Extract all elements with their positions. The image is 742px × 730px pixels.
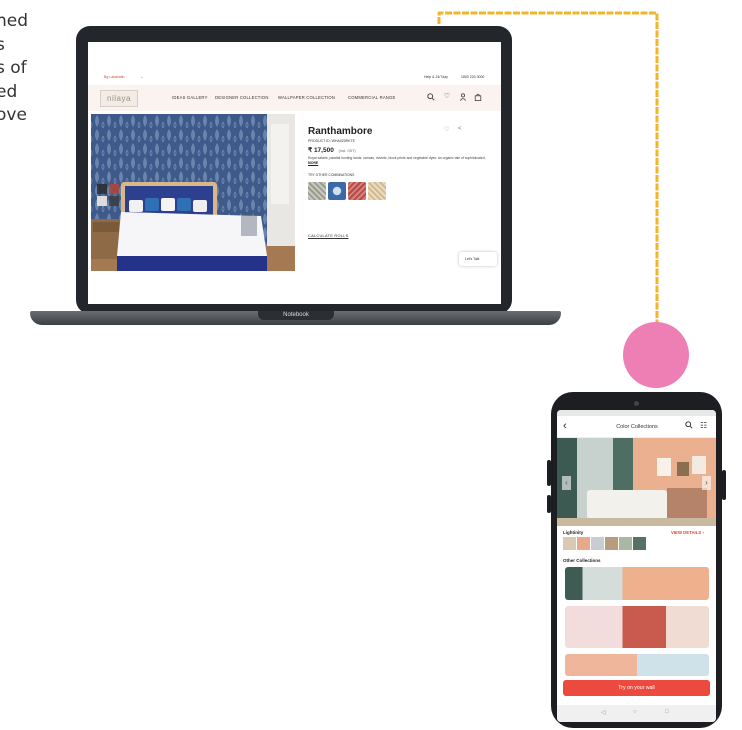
price-value: ₹ 17,500 [308,147,334,154]
product-price: ₹ 17,500 (Incl. GST) [308,146,356,154]
share-icon[interactable]: < [458,126,462,132]
site-topbar: Bg Lanavatin ⌄ Help & 24/7day 1800 203 3… [88,70,501,84]
collection-thumb[interactable] [633,537,646,550]
help-link[interactable]: Help & 24/7day [424,75,448,79]
section-other-collections: Other Collections [563,558,601,563]
view-details-link[interactable]: VIEW DETAILS › [671,530,704,535]
phone-side-button [547,495,551,513]
carousel-prev-icon[interactable]: ‹ [562,476,571,490]
bag-icon[interactable] [474,93,482,101]
swatch-grey[interactable] [308,182,326,200]
side-line: s [0,34,5,55]
swatch-beige[interactable] [368,182,386,200]
nav-back-icon[interactable]: ◁ [601,709,606,716]
section-lightness: Lightinity [563,530,584,535]
swatch-red[interactable] [348,182,366,200]
search-icon[interactable] [685,421,693,431]
swatch-blue[interactable] [328,182,346,200]
collection-thumb[interactable] [619,537,632,550]
laptop-label: Notebook [258,311,334,320]
read-more-link[interactable]: MORE [308,161,318,165]
screen-title: Color Collections [616,424,658,430]
nav-home-icon[interactable]: ○ [633,709,637,715]
product-title: Ranthambore [308,126,373,137]
calculate-rolls-link[interactable]: CALCULATE ROLLS [308,233,349,238]
back-arrow-icon[interactable]: ‹ [563,420,567,432]
product-code: PRODUCT ID: WHA020RKTE [308,139,355,143]
search-icon[interactable] [427,93,435,101]
side-line: hed [0,11,29,31]
collection-thumb[interactable] [605,537,618,550]
collection-hero-image [557,438,716,526]
chat-widget[interactable]: Let's Talk [459,252,497,266]
site-navbar: nilaya IDEAS GALLERY DESIGNER COLLECTION… [88,85,501,111]
pink-connector-dot [623,322,689,388]
try-combinations-label: TRY OTHER COMBINATIONS [308,173,355,177]
nav-wallpaper-collection[interactable]: WALLPAPER COLLECTION [278,95,335,100]
side-paragraph: hed s s of ed ove . [0,10,56,151]
app-header: ‹ Color Collections ☷ [557,416,716,438]
try-on-wall-button[interactable]: Try on your wall [563,680,710,696]
location-selector[interactable]: Bg Lanavatin [104,75,124,79]
phone-number[interactable]: 1800 203 3000 [461,75,484,79]
description-text: Royal safaris, palatial hunting lands, c… [308,156,486,160]
user-icon[interactable] [459,93,467,101]
android-nav-bar: ◁ ○ □ [557,705,716,722]
wishlist-heart-icon[interactable]: ♡ [444,126,449,133]
collection-thumb[interactable] [591,537,604,550]
side-line: ed [0,81,18,102]
phone-screen: ‹ Color Collections ☷ ‹ › Lightinity VIE… [557,410,716,722]
nav-commercial-range[interactable]: COMMERCIAL RANGE [348,95,395,100]
side-line: . [0,128,56,152]
collection-thumb[interactable] [563,537,576,550]
product-hero-image [91,114,295,271]
phone-side-button [722,470,726,500]
laptop-screen: Bg Lanavatin ⌄ Help & 24/7day 1800 203 3… [88,42,501,304]
carousel-next-icon[interactable]: › [702,476,711,490]
brand-logo[interactable]: nilaya [100,90,138,107]
nav-ideas-gallery[interactable]: IDEAS GALLERY [172,95,208,100]
heart-icon[interactable]: ♡ [443,93,451,101]
price-note: (Incl. GST) [338,149,356,153]
side-line: ove [0,105,27,125]
filter-icon[interactable]: ☷ [700,421,707,430]
collection-card[interactable] [565,654,709,676]
chevron-down-icon[interactable]: ⌄ [140,74,143,79]
product-description: Royal safaris, palatial hunting lands, c… [308,156,496,165]
side-line: s of [0,58,27,78]
view-details-label: VIEW DETAILS [671,530,702,535]
front-camera [634,401,639,406]
nav-recents-icon[interactable]: □ [665,709,669,715]
collection-card[interactable] [565,567,709,600]
phone-side-button [547,460,551,486]
collection-card[interactable] [565,606,709,648]
collection-thumb[interactable] [577,537,590,550]
nav-designer-collection[interactable]: DESIGNER COLLECTION [215,95,269,100]
